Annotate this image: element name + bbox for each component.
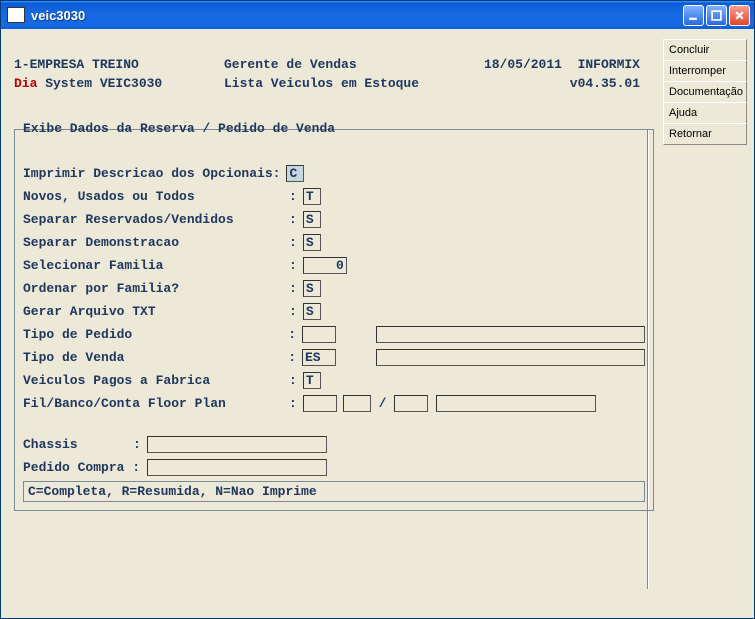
- input-tipo-venda[interactable]: ES: [302, 349, 336, 366]
- label-separar-reservados: Separar Reservados/Vendidos: [23, 212, 289, 227]
- input-separar-reservados[interactable]: S: [303, 211, 321, 228]
- input-conta[interactable]: [394, 395, 428, 412]
- header-program: Dia System VEIC3030: [14, 76, 224, 91]
- row-chassis: Chassis :: [23, 433, 645, 456]
- label-floor-plan: Fil/Banco/Conta Floor Plan: [23, 396, 289, 411]
- row-selecionar-familia: Selecionar Familia : 0: [23, 254, 645, 277]
- row-separar-demonstracao: Separar Demonstracao : S: [23, 231, 645, 254]
- label-gerar-txt: Gerar Arquivo TXT: [23, 304, 289, 319]
- label-pedido-compra: Pedido Compra :: [23, 460, 141, 475]
- group-legend: Exibe Dados da Reserva / Pedido de Venda: [19, 121, 339, 136]
- label-tipo-venda: Tipo de Venda: [23, 350, 288, 365]
- input-separar-demonstracao[interactable]: S: [303, 234, 321, 251]
- window-buttons: [683, 5, 750, 26]
- header-subtitle: Lista Veiculos em Estoque: [224, 76, 474, 91]
- input-ordenar-familia[interactable]: S: [303, 280, 321, 297]
- row-tipo-pedido: Tipo de Pedido :: [23, 323, 645, 346]
- header-line-2: Dia System VEIC3030 Lista Veiculos em Es…: [14, 76, 654, 91]
- label-ordenar-familia: Ordenar por Familia?: [23, 281, 289, 296]
- terminal-area: 1-EMPRESA TREINO Gerente de Vendas 18/05…: [14, 39, 654, 511]
- side-button-panel: Concluir Interromper Documentação Ajuda …: [663, 39, 747, 145]
- concluir-button[interactable]: Concluir: [663, 39, 747, 61]
- display-tipo-pedido-desc: [376, 326, 645, 343]
- documentacao-button[interactable]: Documentação: [663, 81, 747, 103]
- close-button[interactable]: [729, 5, 750, 26]
- row-ordenar-familia: Ordenar por Familia? : S: [23, 277, 645, 300]
- row-floor-plan: Fil/Banco/Conta Floor Plan : /: [23, 392, 645, 415]
- slash-label: /: [371, 396, 394, 411]
- label-chassis: Chassis: [23, 437, 133, 452]
- retornar-button[interactable]: Retornar: [663, 123, 747, 145]
- label-novos-usados: Novos, Usados ou Todos: [23, 189, 289, 204]
- row-pedido-compra: Pedido Compra :: [23, 456, 645, 479]
- header-role: Gerente de Vendas: [224, 57, 474, 72]
- minimize-button[interactable]: [683, 5, 704, 26]
- label-selecionar-familia: Selecionar Familia: [23, 258, 289, 273]
- label-tipo-pedido: Tipo de Pedido: [23, 327, 288, 342]
- header-version: v04.35.01: [474, 76, 654, 91]
- client-area: Concluir Interromper Documentação Ajuda …: [4, 29, 751, 615]
- row-opcionais: Imprimir Descricao dos Opcionais: C: [23, 162, 645, 185]
- interromper-button[interactable]: Interromper: [663, 60, 747, 82]
- row-gerar-txt: Gerar Arquivo TXT : S: [23, 300, 645, 323]
- input-novos-usados[interactable]: T: [303, 188, 321, 205]
- app-icon: [7, 7, 25, 23]
- header-date-db: 18/05/2011 INFORMIX: [474, 57, 654, 72]
- title-bar: veic3030: [1, 1, 754, 29]
- input-gerar-txt[interactable]: S: [303, 303, 321, 320]
- input-veiculos-pagos[interactable]: T: [303, 372, 321, 389]
- input-chassis[interactable]: [147, 436, 327, 453]
- display-tipo-venda-desc: [376, 349, 645, 366]
- row-tipo-venda: Tipo de Venda : ES: [23, 346, 645, 369]
- ajuda-button[interactable]: Ajuda: [663, 102, 747, 124]
- label-separar-demonstracao: Separar Demonstracao: [23, 235, 289, 250]
- label-opcionais: Imprimir Descricao dos Opcionais:: [23, 166, 280, 181]
- maximize-button[interactable]: [706, 5, 727, 26]
- label-veiculos-pagos: Veiculos Pagos a Fabrica: [23, 373, 289, 388]
- row-separar-reservados: Separar Reservados/Vendidos : S: [23, 208, 645, 231]
- input-pedido-compra[interactable]: [147, 459, 327, 476]
- input-selecionar-familia[interactable]: 0: [303, 257, 347, 274]
- app-window: veic3030 Concluir Interromper Documentaç…: [0, 0, 755, 619]
- input-tipo-pedido[interactable]: [302, 326, 336, 343]
- row-novos-usados: Novos, Usados ou Todos : T: [23, 185, 645, 208]
- input-opcionais[interactable]: C: [286, 165, 304, 182]
- row-veiculos-pagos: Veiculos Pagos a Fabrica : T: [23, 369, 645, 392]
- window-title: veic3030: [29, 8, 683, 23]
- hint-bar: C=Completa, R=Resumida, N=Nao Imprime: [23, 481, 645, 502]
- dia-label: Dia: [14, 76, 37, 91]
- header-company: 1-EMPRESA TREINO: [14, 57, 224, 72]
- header-line-1: 1-EMPRESA TREINO Gerente de Vendas 18/05…: [14, 57, 654, 72]
- display-conta-desc: [436, 395, 596, 412]
- input-banco[interactable]: [343, 395, 371, 412]
- input-fil[interactable]: [303, 395, 337, 412]
- parameters-group: Exibe Dados da Reserva / Pedido de Venda…: [14, 129, 654, 511]
